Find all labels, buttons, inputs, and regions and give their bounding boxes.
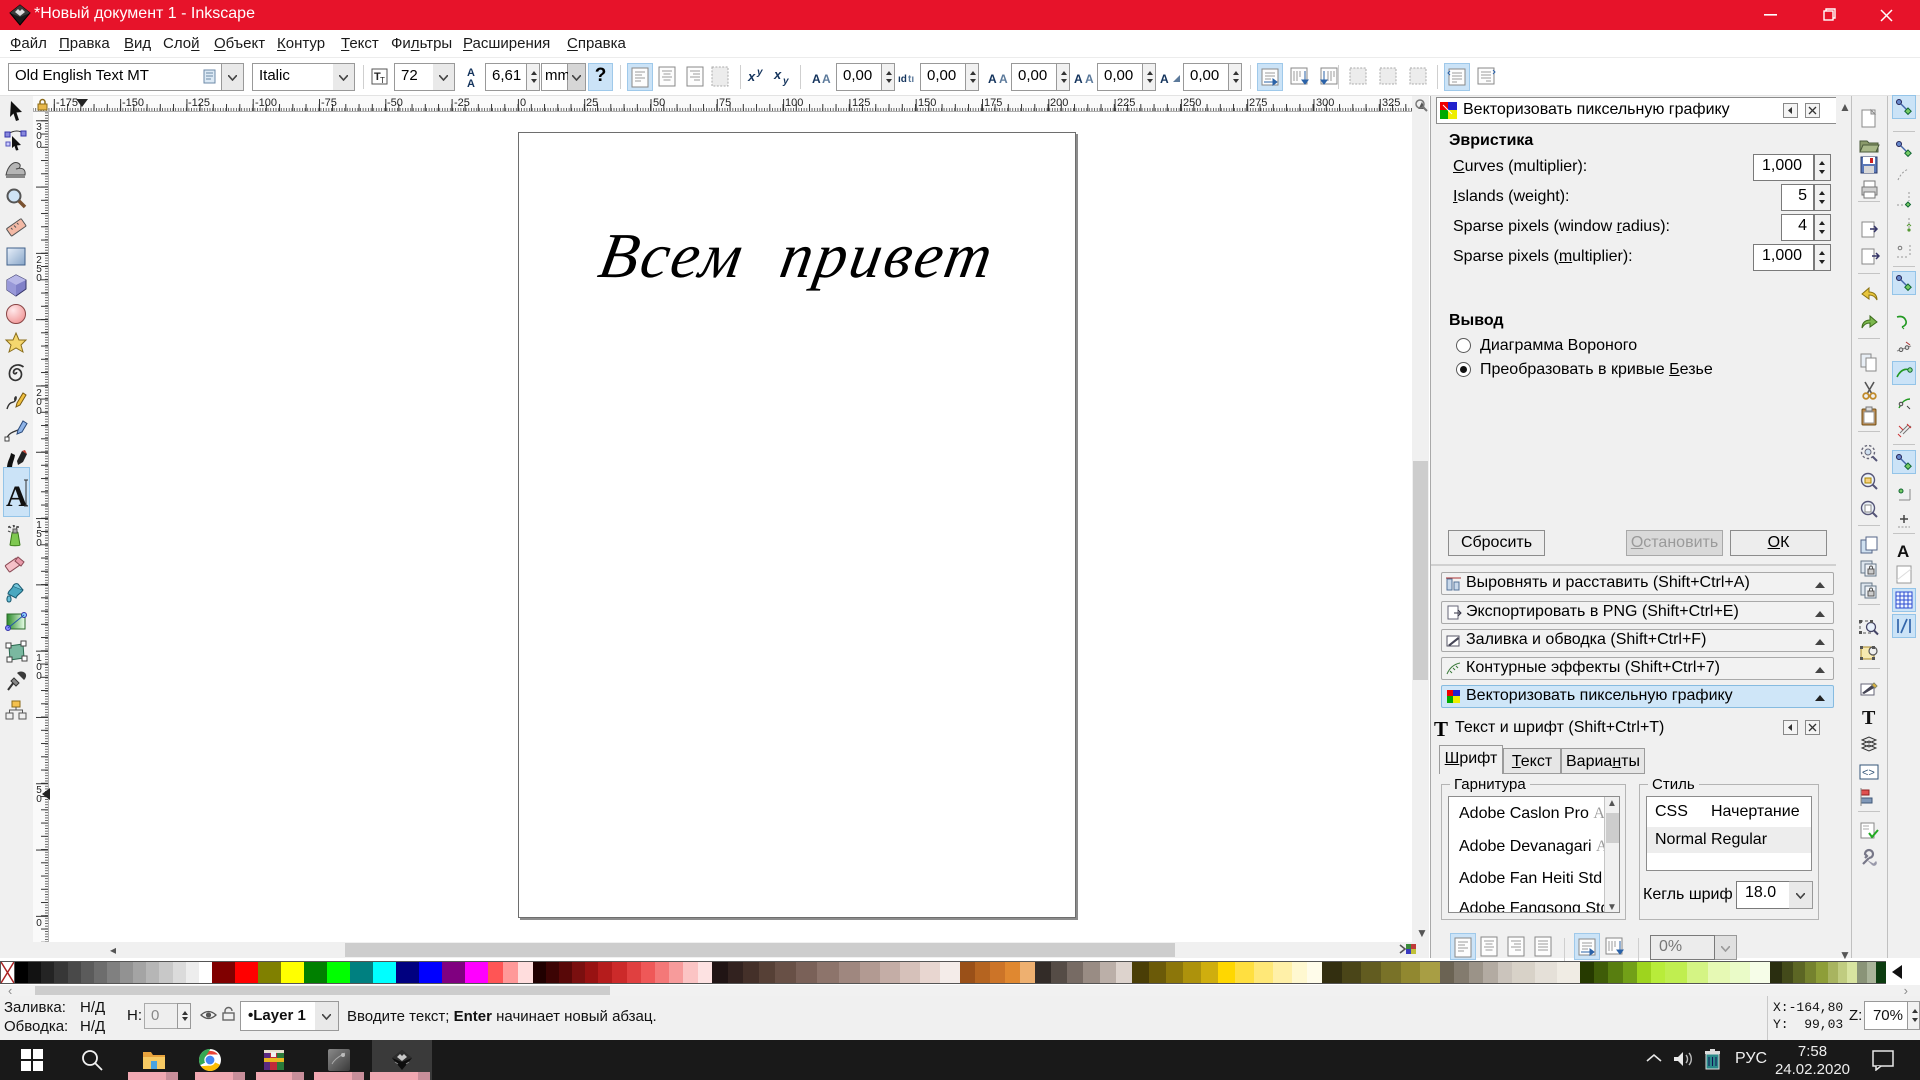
svg-text:A: A bbox=[467, 78, 475, 90]
svg-text:T: T bbox=[1862, 707, 1876, 728]
svg-text:ıd: ıd bbox=[898, 74, 907, 84]
svg-text:x: x bbox=[747, 69, 756, 84]
svg-text:A: A bbox=[822, 72, 831, 85]
svg-text:A: A bbox=[988, 72, 997, 85]
svg-text:y: y bbox=[782, 76, 789, 87]
svg-text:y: y bbox=[756, 67, 763, 78]
svg-text:A: A bbox=[1160, 72, 1169, 85]
svg-text:A: A bbox=[1085, 72, 1094, 85]
svg-text:tı: tı bbox=[908, 74, 914, 84]
svg-text:A: A bbox=[812, 72, 821, 85]
svg-text:<>: <> bbox=[1862, 767, 1875, 779]
svg-text:T: T bbox=[380, 76, 385, 85]
svg-text:A: A bbox=[6, 480, 28, 513]
svg-text:A: A bbox=[1897, 542, 1909, 561]
svg-text:A: A bbox=[1074, 72, 1083, 85]
svg-text:A: A bbox=[999, 72, 1008, 85]
svg-text:x: x bbox=[773, 67, 782, 82]
